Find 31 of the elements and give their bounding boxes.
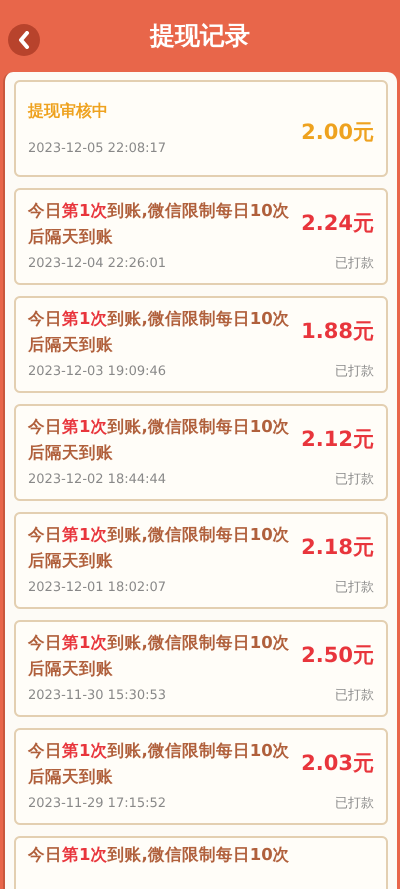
record-time: 2023-12-01 18:02:07 <box>28 579 166 597</box>
record-message: 今日第1次到账,微信限制每日10次后隔天到账 <box>28 632 291 680</box>
page-title: 提现记录 <box>150 20 250 52</box>
record-status: 已打款 <box>335 579 374 597</box>
record-time: 2023-12-02 18:44:44 <box>28 471 166 489</box>
record-message: 今日第1次到账,微信限制每日10次后隔天到账 <box>28 740 291 788</box>
record-time: 2023-11-30 15:30:53 <box>28 687 166 705</box>
record-amount: 1.88元 <box>301 318 374 346</box>
record-status-title: 提现审核中 <box>28 100 109 122</box>
record-time: 2023-12-04 22:26:01 <box>28 255 166 273</box>
record-time: 2023-11-29 17:15:52 <box>28 795 166 813</box>
back-button[interactable] <box>8 24 40 56</box>
back-icon <box>17 31 31 49</box>
record-message: 今日第1次到账,微信限制每日10次 <box>28 844 291 866</box>
record-status: 已打款 <box>335 363 374 381</box>
record-message: 今日第1次到账,微信限制每日10次后隔天到账 <box>28 308 291 356</box>
record-time: 2023-12-05 22:08:17 <box>28 140 166 158</box>
record-amount: 2.03元 <box>301 750 374 778</box>
record-time: 2023-12-03 19:09:46 <box>28 363 166 381</box>
record-status: 已打款 <box>335 687 374 705</box>
record-amount: 2.00元 <box>301 118 374 146</box>
record-message: 今日第1次到账,微信限制每日10次后隔天到账 <box>28 416 291 464</box>
record-amount: 2.50元 <box>301 642 374 670</box>
record-message: 今日第1次到账,微信限制每日10次后隔天到账 <box>28 524 291 572</box>
record-status: 已打款 <box>335 471 374 489</box>
record-status: 已打款 <box>335 255 374 273</box>
record-amount: 2.24元 <box>301 210 374 238</box>
record-message: 今日第1次到账,微信限制每日10次后隔天到账 <box>28 200 291 248</box>
record-amount: 2.18元 <box>301 534 374 562</box>
record-status: 已打款 <box>335 795 374 813</box>
record-amount: 2.12元 <box>301 426 374 454</box>
